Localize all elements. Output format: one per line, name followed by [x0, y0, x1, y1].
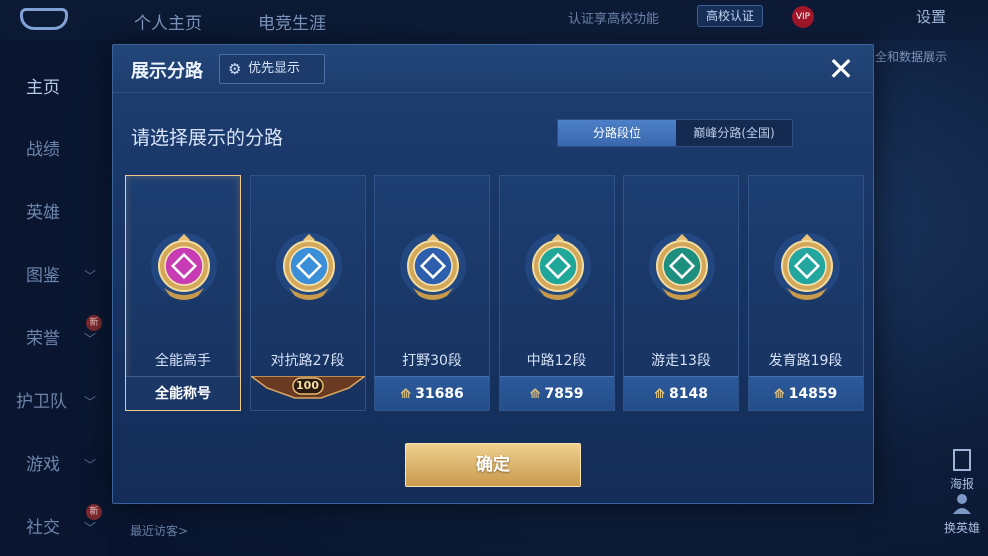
sidebar-item-game[interactable]: 游戏 ﹀	[0, 445, 108, 485]
sidebar-item-label: 游戏	[26, 455, 60, 475]
tab-esports-career[interactable]: 电竞生涯	[258, 9, 326, 34]
footer-value: 8148	[668, 386, 708, 402]
close-button[interactable]: ✕	[823, 51, 859, 87]
sidebar-item-label: 社交	[26, 518, 60, 538]
change-hero-label: 换英雄	[943, 521, 980, 535]
lane-name: 对抗路27段	[270, 353, 345, 369]
campus-note: 认证享高校功能	[568, 12, 660, 27]
sidebar-item-home[interactable]: 主页	[0, 68, 108, 108]
points-icon: ⟰	[773, 387, 785, 402]
settings-button[interactable]: 设置	[916, 6, 946, 27]
lane-points: ⟰ 31686	[375, 376, 489, 410]
back-logo-icon[interactable]	[20, 8, 68, 30]
dialog-header: 展示分路 ⚙ 优先显示 ✕	[113, 45, 873, 93]
lane-card[interactable]: 发育路19段 ⟰ 14859	[747, 175, 864, 411]
priority-label: 优先显示	[248, 61, 301, 76]
lane-emblem-icon	[151, 233, 217, 300]
new-tag: 新	[86, 315, 102, 331]
lane-points: ⟰ 8148	[624, 376, 738, 410]
lane-card-list: 全能高手 全能称号 对抗路27段 100 打野30段 ⟰ 31686 中路12段 ⟰ 7859 游走…	[125, 175, 865, 411]
lane-emblem-icon	[275, 233, 342, 300]
lane-card[interactable]: 全能高手 全能称号	[125, 175, 241, 411]
lane-display-dialog: 展示分路 ⚙ 优先显示 ✕ 请选择展示的分路 分路段位 巅峰分路(全国) 全能高…	[112, 44, 874, 504]
confirm-button[interactable]: 确定	[405, 443, 581, 487]
sidebar-item-codex[interactable]: 图鉴 ﹀	[0, 256, 108, 296]
gear-icon: ⚙	[228, 60, 242, 78]
chevron-down-icon: ﹀	[84, 458, 97, 472]
lane-card[interactable]: 打野30段 ⟰ 31686	[374, 175, 490, 411]
sidebar-item-label: 战绩	[26, 140, 60, 160]
sidebar-item-record[interactable]: 战绩	[0, 130, 108, 170]
dialog-subtitle: 请选择展示的分路	[131, 127, 284, 149]
priority-display-button[interactable]: ⚙ 优先显示	[219, 54, 325, 84]
sidebar-item-guard[interactable]: 护卫队 ﹀	[0, 382, 108, 422]
lane-emblem-icon	[400, 233, 466, 300]
sidebar-item-label: 荣誉	[26, 329, 60, 349]
lane-points: ⟰ 7859	[499, 376, 614, 410]
lane-name: 游走13段	[651, 353, 711, 369]
change-hero-button[interactable]: 换英雄	[938, 490, 986, 536]
lane-card[interactable]: 游走13段 ⟰ 8148	[623, 175, 739, 411]
chevron-down-icon: ﹀	[84, 395, 97, 409]
lane-name: 打野30段	[402, 353, 462, 369]
lane-card[interactable]: 中路12段 ⟰ 7859	[498, 175, 615, 411]
poster-button[interactable]: 海报	[938, 448, 986, 492]
data-display-note: 全和数据展示	[875, 50, 948, 64]
points-icon: ⟰	[400, 387, 412, 402]
points-icon: ⟰	[529, 387, 541, 402]
sidebar-item-label: 主页	[26, 78, 60, 98]
lane-emblem-icon	[649, 233, 715, 300]
lane-card[interactable]: 对抗路27段 100	[248, 175, 367, 411]
lane-name: 全能高手	[155, 353, 211, 369]
footer-value: 7859	[544, 386, 584, 402]
tab-lane-rank[interactable]: 分路段位	[558, 120, 676, 146]
lane-name: 发育路19段	[768, 353, 843, 369]
sidebar-item-label: 英雄	[26, 203, 60, 223]
title-label: 全能称号	[126, 376, 240, 410]
footer-value: 全能称号	[155, 386, 211, 402]
rank-stars-value: 100	[296, 379, 319, 392]
top-bar: 个人主页 电竞生涯 认证享高校功能 高校认证 VIP 设置	[0, 0, 988, 40]
campus-cert-button[interactable]: 高校认证	[697, 5, 764, 27]
sidebar: 主页 战绩 英雄 图鉴 ﹀ 荣誉 ﹀ 新 护卫队 ﹀ 游戏 ﹀ 社交 ﹀ 新	[0, 40, 108, 556]
chevron-down-icon: ﹀	[84, 269, 97, 283]
tab-personal-home[interactable]: 个人主页	[134, 9, 202, 34]
lane-emblem-icon	[773, 233, 840, 300]
rank-banner: 100	[248, 375, 367, 410]
lane-emblem-icon	[524, 233, 591, 300]
points-icon: ⟰	[654, 387, 665, 402]
sidebar-item-label: 护卫队	[16, 392, 67, 412]
lane-name: 中路12段	[526, 353, 587, 369]
poster-icon	[953, 449, 971, 471]
poster-label: 海报	[949, 477, 974, 491]
hero-silhouette-icon	[953, 494, 971, 514]
sidebar-item-heroes[interactable]: 英雄	[0, 193, 108, 233]
vip-badge: VIP	[792, 6, 814, 28]
dialog-title: 展示分路	[131, 61, 203, 82]
footer-value: 31686	[415, 386, 464, 402]
lane-points: ⟰ 14859	[748, 376, 863, 410]
lane-mode-toggle: 分路段位 巅峰分路(全国)	[557, 119, 793, 147]
recent-visitors-link[interactable]: 最近访客>	[130, 522, 188, 539]
sidebar-item-label: 图鉴	[26, 266, 60, 286]
footer-value: 14859	[788, 386, 838, 402]
tab-peak-lane[interactable]: 巅峰分路(全国)	[676, 120, 792, 146]
new-tag: 新	[86, 504, 102, 520]
cert-label: 高校认证	[706, 9, 755, 23]
